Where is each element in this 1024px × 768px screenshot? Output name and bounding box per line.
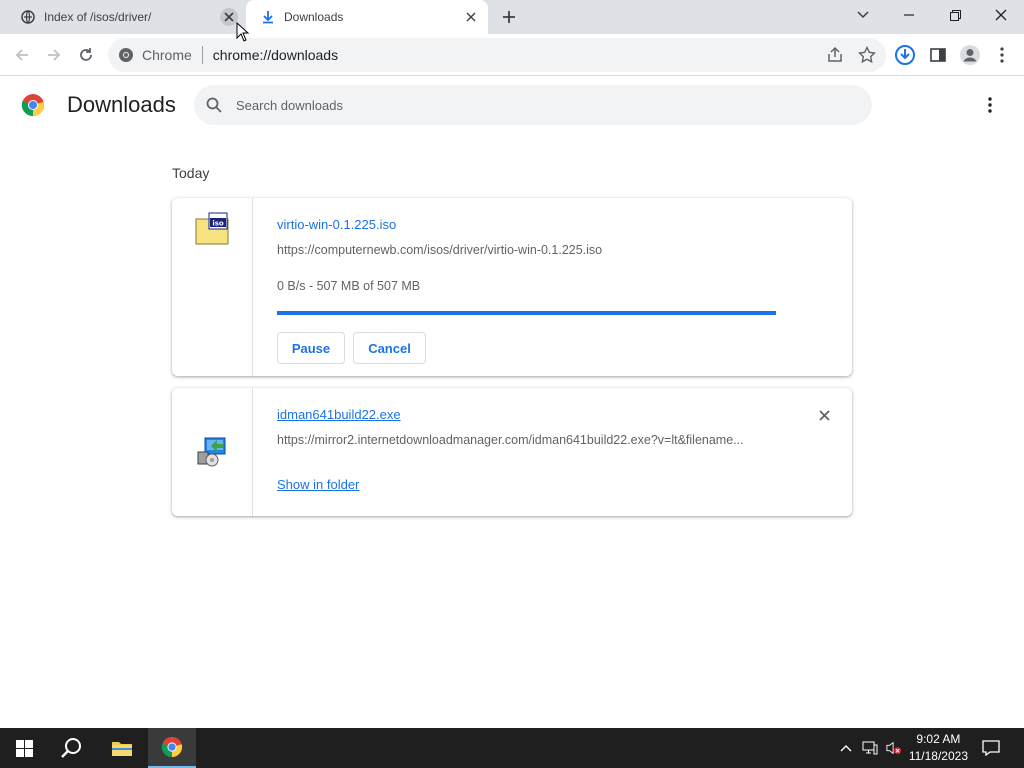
downloads-header: Downloads <box>0 77 1024 133</box>
show-hidden-icons-chevron-up-icon[interactable] <box>838 740 854 756</box>
profile-avatar-icon[interactable] <box>958 43 982 67</box>
site-info-chip[interactable]: Chrome <box>118 47 192 63</box>
download-progress-bar <box>277 311 776 315</box>
iso-file-icon: iso <box>195 212 229 245</box>
page-title: Downloads <box>67 92 176 117</box>
page-favicon-icon <box>20 9 36 25</box>
download-item: idman641build22.exe https://mirror2.inte… <box>172 388 852 516</box>
tab-search-icon[interactable] <box>840 0 886 30</box>
download-status: 0 B/s - 507 MB of 507 MB <box>277 279 421 293</box>
url-text: chrome://downloads <box>212 47 339 63</box>
close-window-icon[interactable] <box>978 0 1024 30</box>
pause-button[interactable]: Pause <box>277 332 345 364</box>
restore-icon[interactable] <box>932 0 978 30</box>
remove-from-list-icon[interactable] <box>816 407 832 423</box>
notifications-icon[interactable] <box>968 728 1014 768</box>
side-panel-icon[interactable] <box>926 43 950 67</box>
bookmark-star-icon[interactable] <box>857 45 877 67</box>
show-in-folder-link[interactable]: Show in folder <box>277 477 359 492</box>
installer-file-icon <box>197 437 226 467</box>
back-icon[interactable] <box>10 43 34 67</box>
windows-taskbar: 9:02 AM 11/18/2023 <box>0 728 1024 768</box>
browser-toolbar: Chrome chrome://downloads <box>0 34 1024 76</box>
tab-index-of-isos-driver[interactable]: Index of /isos/driver/ <box>8 0 246 34</box>
close-tab-icon[interactable] <box>462 8 480 26</box>
downloads-toolbar-icon[interactable] <box>893 43 917 67</box>
tab-title: Downloads <box>284 10 344 24</box>
cancel-button[interactable]: Cancel <box>353 332 426 364</box>
taskbar-search-icon[interactable] <box>48 728 96 768</box>
progress-fill <box>277 311 776 315</box>
reload-icon[interactable] <box>74 43 98 67</box>
file-source-url[interactable]: https://mirror2.internetdownloadmanager.… <box>277 433 777 447</box>
volume-muted-icon[interactable] <box>886 740 902 756</box>
file-icon-column <box>172 388 253 516</box>
file-source-url[interactable]: https://computernewb.com/isos/driver/vir… <box>277 243 797 257</box>
start-button[interactable] <box>0 728 48 768</box>
file-name-link[interactable]: idman641build22.exe <box>277 407 401 422</box>
clock-time: 9:02 AM <box>916 732 961 746</box>
search-downloads-box[interactable] <box>194 85 872 125</box>
file-icon-column: iso <box>172 198 253 376</box>
mouse-cursor-icon <box>236 22 250 42</box>
chrome-icon <box>119 48 133 62</box>
forward-icon[interactable] <box>42 43 66 67</box>
tab-strip: Index of /isos/driver/ Downloads <box>0 0 1024 34</box>
tab-title: Index of /isos/driver/ <box>44 10 152 24</box>
clock-date: 11/18/2023 <box>908 749 968 763</box>
minimize-icon[interactable] <box>886 0 932 30</box>
address-bar[interactable]: Chrome chrome://downloads <box>108 38 886 72</box>
taskbar-chrome-icon[interactable] <box>148 728 196 768</box>
file-explorer-icon[interactable] <box>98 728 146 768</box>
more-actions-icon[interactable] <box>980 95 1000 115</box>
new-tab-button[interactable] <box>498 6 520 28</box>
download-details: virtio-win-0.1.225.iso https://computern… <box>277 198 832 376</box>
search-input[interactable] <box>236 97 836 113</box>
chrome-logo-icon <box>21 94 44 117</box>
download-details: idman641build22.exe https://mirror2.inte… <box>277 388 832 516</box>
omnibox-divider <box>201 46 203 64</box>
downloads-page: Downloads Today iso virtio-win-0.1.225.i… <box>0 77 1024 728</box>
share-icon[interactable] <box>826 46 844 67</box>
system-clock[interactable]: 9:02 AM 11/18/2023 <box>909 731 968 765</box>
tab-downloads[interactable]: Downloads <box>246 0 488 34</box>
download-icon <box>260 9 276 25</box>
file-name-link[interactable]: virtio-win-0.1.225.iso <box>277 217 396 232</box>
chrome-menu-icon[interactable] <box>990 43 1014 67</box>
download-item: iso virtio-win-0.1.225.iso https://compu… <box>172 198 852 376</box>
windows-logo-icon <box>15 739 33 757</box>
site-chip-label: Chrome <box>142 47 192 63</box>
date-section-label: Today <box>172 165 210 181</box>
network-icon[interactable] <box>862 740 878 756</box>
svg-text:iso: iso <box>212 220 224 228</box>
search-icon <box>206 97 222 113</box>
